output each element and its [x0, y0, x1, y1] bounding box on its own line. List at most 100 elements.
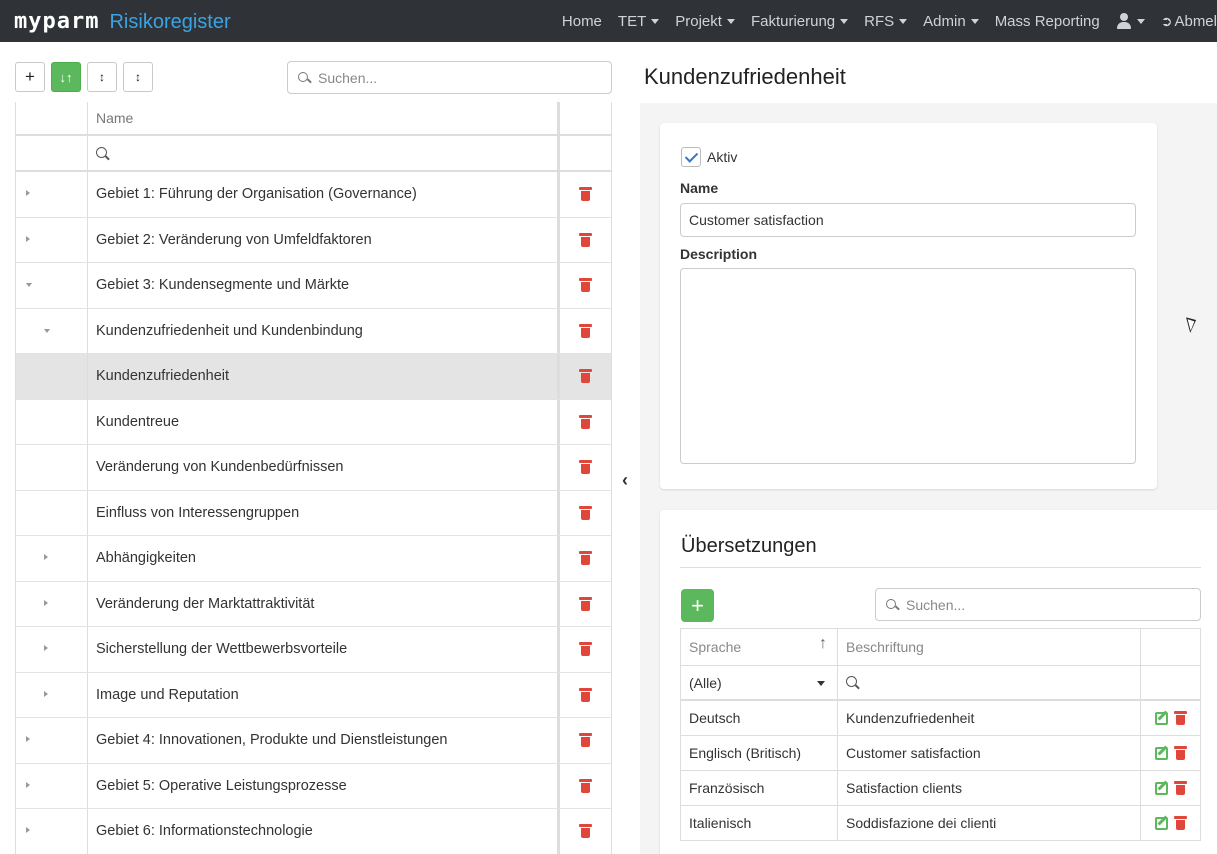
- caption-filter-input[interactable]: [838, 666, 1141, 699]
- trash-icon[interactable]: [579, 505, 592, 520]
- tree-row-label[interactable]: Gebiet 5: Operative Leistungsprozesse: [88, 763, 560, 808]
- tree-row-label[interactable]: Gebiet 4: Innovationen, Produkte und Die…: [88, 718, 560, 763]
- nav-home[interactable]: Home: [562, 13, 602, 30]
- translations-search-input[interactable]: Suchen...: [875, 588, 1201, 621]
- chevron-right-icon[interactable]: [44, 554, 48, 560]
- tree-row-label[interactable]: Abhängigkeiten: [88, 536, 560, 581]
- expander-cell[interactable]: [16, 763, 88, 808]
- tree-row-label[interactable]: Veränderung von Kundenbedürfnissen: [88, 445, 560, 490]
- trash-icon[interactable]: [1174, 711, 1187, 725]
- tree-row-label[interactable]: Gebiet 1: Führung der Organisation (Gove…: [88, 172, 560, 217]
- active-checkbox[interactable]: [681, 147, 701, 167]
- expander-cell[interactable]: [16, 308, 88, 353]
- tree-row[interactable]: Veränderung von Kundenbedürfnissen: [16, 445, 611, 491]
- tree-row[interactable]: Gebiet 6: Informationstechnologie: [16, 809, 611, 854]
- tree-row-label[interactable]: Kundenzufriedenheit: [88, 354, 560, 399]
- expander-cell[interactable]: [16, 217, 88, 262]
- nav-mass-reporting[interactable]: Mass Reporting: [995, 13, 1100, 30]
- edit-icon[interactable]: [1155, 711, 1168, 725]
- translation-row[interactable]: Englisch (Britisch) Customer satisfaction: [681, 736, 1200, 771]
- collapse-panel-chevron-left-icon[interactable]: ‹: [622, 470, 628, 491]
- chevron-right-icon[interactable]: [44, 690, 48, 697]
- tree-row-label[interactable]: Gebiet 6: Informationstechnologie: [88, 809, 560, 854]
- chevron-right-icon[interactable]: [26, 190, 30, 196]
- expander-cell[interactable]: [16, 172, 88, 217]
- tree-row[interactable]: Kundenzufriedenheit und Kundenbindung: [16, 308, 611, 354]
- expander-cell[interactable]: [16, 263, 88, 308]
- expand-all-button[interactable]: ↕: [87, 62, 117, 92]
- expander-cell[interactable]: [16, 809, 88, 854]
- expander-cell[interactable]: [16, 536, 88, 581]
- tree-row-label[interactable]: Image und Reputation: [88, 672, 560, 717]
- trash-icon[interactable]: [579, 824, 592, 839]
- tree-row-label[interactable]: Einfluss von Interessengruppen: [88, 490, 560, 535]
- trash-icon[interactable]: [579, 596, 592, 611]
- nav-fakturierung[interactable]: Fakturierung: [751, 13, 849, 30]
- translation-row[interactable]: Italienisch Soddisfazione dei clienti: [681, 806, 1200, 841]
- add-translation-button[interactable]: +: [681, 589, 714, 622]
- translation-row[interactable]: Deutsch Kundenzufriedenheit: [681, 701, 1200, 736]
- tree-row[interactable]: Gebiet 2: Veränderung von Umfeldfaktoren: [16, 217, 611, 263]
- trash-icon[interactable]: [579, 551, 592, 566]
- edit-icon[interactable]: [1155, 781, 1168, 795]
- trash-icon[interactable]: [579, 778, 592, 793]
- tree-row-label[interactable]: Veränderung der Marktattraktivität: [88, 581, 560, 626]
- trash-icon[interactable]: [579, 187, 592, 202]
- tree-row-label[interactable]: Kundenzufriedenheit und Kundenbindung: [88, 308, 560, 353]
- trash-icon[interactable]: [579, 687, 592, 702]
- chevron-right-icon[interactable]: [26, 781, 30, 788]
- name-input[interactable]: Customer satisfaction: [680, 203, 1136, 237]
- language-filter-select[interactable]: (Alle): [681, 666, 838, 699]
- tree-row-label[interactable]: Gebiet 3: Kundensegmente und Märkte: [88, 263, 560, 308]
- tree-row[interactable]: Veränderung der Marktattraktivität: [16, 581, 611, 627]
- tree-row[interactable]: Kundenzufriedenheit: [16, 354, 611, 400]
- tree-row[interactable]: Gebiet 5: Operative Leistungsprozesse: [16, 763, 611, 809]
- chevron-down-icon[interactable]: [44, 328, 50, 333]
- nav-projekt[interactable]: Projekt: [675, 13, 735, 30]
- tree-row-label[interactable]: Kundentreue: [88, 399, 560, 444]
- name-filter-input[interactable]: [88, 136, 560, 170]
- tree-row[interactable]: Einfluss von Interessengruppen: [16, 490, 611, 536]
- nav-admin[interactable]: Admin: [923, 13, 979, 30]
- edit-icon[interactable]: [1155, 816, 1168, 830]
- sort-toggle-button[interactable]: ↓↑: [51, 62, 81, 92]
- nav-logout[interactable]: ➲ Abmel: [1161, 13, 1217, 30]
- tree-row[interactable]: Gebiet 4: Innovationen, Produkte und Die…: [16, 718, 611, 764]
- column-header-language[interactable]: Sprache ↑: [681, 629, 838, 665]
- tree-search-input[interactable]: Suchen...: [287, 61, 612, 94]
- chevron-right-icon[interactable]: [26, 736, 30, 742]
- trash-icon[interactable]: [579, 642, 592, 657]
- chevron-right-icon[interactable]: [26, 235, 30, 242]
- nav-rfs[interactable]: RFS: [864, 13, 908, 30]
- active-checkbox-row[interactable]: Aktiv: [681, 147, 737, 167]
- tree-row[interactable]: Image und Reputation: [16, 672, 611, 718]
- expander-cell[interactable]: [16, 718, 88, 763]
- tree-row-label[interactable]: Sicherstellung der Wettbewerbsvorteile: [88, 627, 560, 672]
- trash-icon[interactable]: [1174, 746, 1187, 760]
- chevron-down-icon[interactable]: [26, 283, 32, 287]
- trash-icon[interactable]: [579, 232, 592, 247]
- edit-icon[interactable]: [1155, 746, 1168, 760]
- chevron-right-icon[interactable]: [44, 599, 48, 606]
- collapse-all-button[interactable]: ↕: [123, 62, 153, 92]
- add-button[interactable]: +: [15, 62, 45, 92]
- trash-icon[interactable]: [1174, 816, 1187, 830]
- tree-row[interactable]: Sicherstellung der Wettbewerbsvorteile: [16, 627, 611, 673]
- column-header-caption[interactable]: Beschriftung: [838, 629, 1141, 665]
- nav-tet[interactable]: TET: [618, 13, 660, 30]
- tree-row[interactable]: Gebiet 3: Kundensegmente und Märkte: [16, 263, 611, 309]
- expander-cell[interactable]: [16, 581, 88, 626]
- translation-row[interactable]: Französisch Satisfaction clients: [681, 771, 1200, 806]
- column-header-name[interactable]: Name: [88, 102, 560, 134]
- tree-row[interactable]: Gebiet 1: Führung der Organisation (Gove…: [16, 172, 611, 218]
- description-textarea[interactable]: [680, 268, 1136, 464]
- chevron-right-icon[interactable]: [26, 827, 30, 833]
- trash-icon[interactable]: [579, 414, 592, 429]
- tree-row[interactable]: Kundentreue: [16, 399, 611, 445]
- trash-icon[interactable]: [579, 369, 592, 384]
- tree-row[interactable]: Abhängigkeiten: [16, 536, 611, 582]
- brand[interactable]: myparm Risikoregister: [14, 9, 231, 34]
- expander-cell[interactable]: [16, 627, 88, 672]
- nav-user-menu[interactable]: [1116, 13, 1145, 29]
- chevron-right-icon[interactable]: [44, 645, 48, 651]
